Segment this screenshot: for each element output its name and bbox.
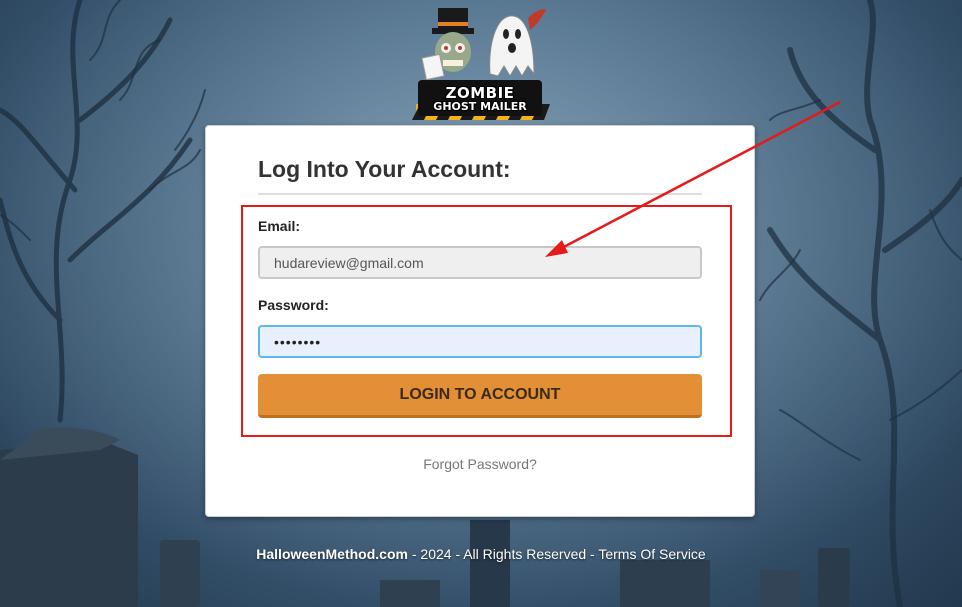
email-input[interactable] [258, 246, 702, 279]
login-button[interactable]: LOGIN TO ACCOUNT [258, 374, 702, 418]
login-card: Log Into Your Account: Email: Password: … [205, 125, 755, 517]
footer-copyright: 2024 - All Rights Reserved - [420, 546, 599, 562]
footer: HalloweenMethod.com - 2024 - All Rights … [0, 546, 962, 562]
terms-of-service-link[interactable]: Terms Of Service [598, 546, 705, 562]
footer-separator: - [407, 546, 421, 562]
password-input[interactable] [258, 325, 702, 358]
password-label: Password: [258, 297, 329, 313]
title-divider [258, 193, 702, 195]
email-label: Email: [258, 218, 301, 234]
zombie-ghost-mailer-logo: ZOMBIE GHOST MAILER [410, 4, 550, 124]
logo-title-ghost-mailer: GHOST MAILER [433, 100, 527, 113]
login-title: Log Into Your Account: [258, 156, 511, 182]
forgot-password-link[interactable]: Forgot Password? [206, 456, 754, 472]
footer-site-name: HalloweenMethod.com [256, 546, 408, 562]
